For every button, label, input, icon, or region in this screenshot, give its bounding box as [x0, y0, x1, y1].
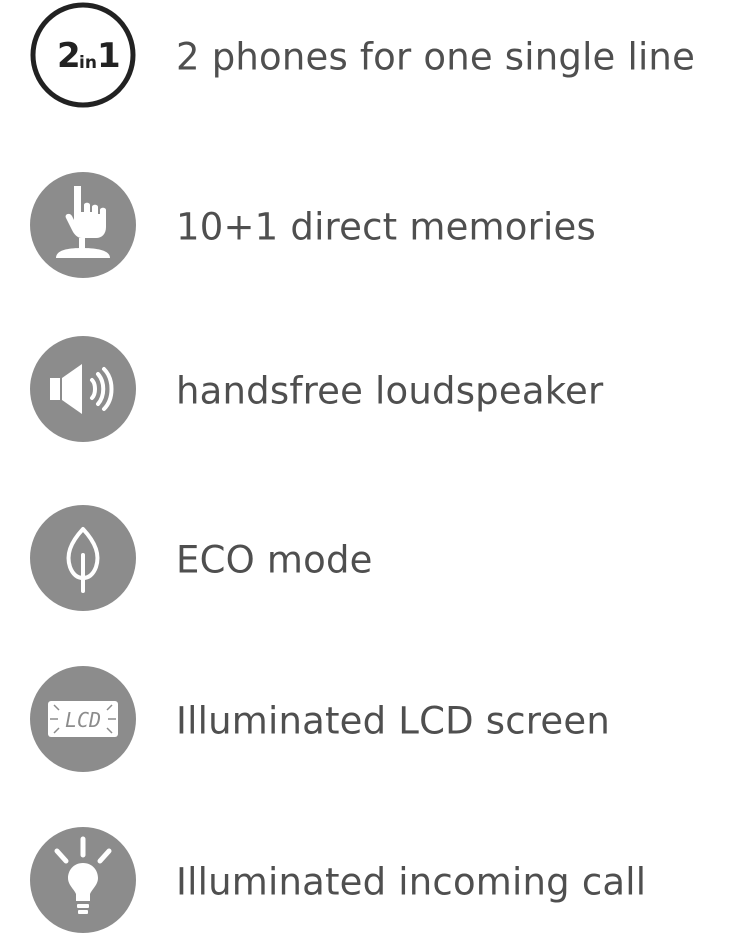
- feature-list: 2 in 1 2 phones for one single line 10+1…: [0, 0, 747, 934]
- feature-item-incoming-call: Illuminated incoming call: [0, 827, 747, 937]
- feature-item-lcd: LCD Illuminated LCD screen: [0, 666, 747, 776]
- feature-label: handsfree loudspeaker: [176, 369, 604, 413]
- two-in-one-icon-in: in: [79, 53, 97, 73]
- leaf-icon: [30, 505, 136, 611]
- two-in-one-icon: 2 in 1: [30, 2, 136, 108]
- speaker-icon: [30, 336, 136, 442]
- feature-label: 10+1 direct memories: [176, 205, 596, 249]
- feature-item-eco: ECO mode: [0, 505, 747, 615]
- lcd-screen-icon: LCD: [30, 666, 136, 772]
- feature-item-loudspeaker: handsfree loudspeaker: [0, 336, 747, 446]
- two-in-one-icon-main: 2: [57, 36, 81, 76]
- feature-label: 2 phones for one single line: [176, 35, 696, 79]
- light-bulb-icon: [30, 827, 136, 933]
- feature-label: Illuminated LCD screen: [176, 699, 610, 743]
- feature-item-2in1: 2 in 1 2 phones for one single line: [0, 2, 747, 112]
- feature-label: ECO mode: [176, 538, 373, 582]
- two-in-one-icon-end: 1: [97, 36, 121, 76]
- lcd-screen-icon-text: LCD: [65, 708, 101, 732]
- feature-label: Illuminated incoming call: [176, 860, 647, 904]
- feature-item-memories: 10+1 direct memories: [0, 172, 747, 282]
- finger-press-icon: [30, 172, 136, 278]
